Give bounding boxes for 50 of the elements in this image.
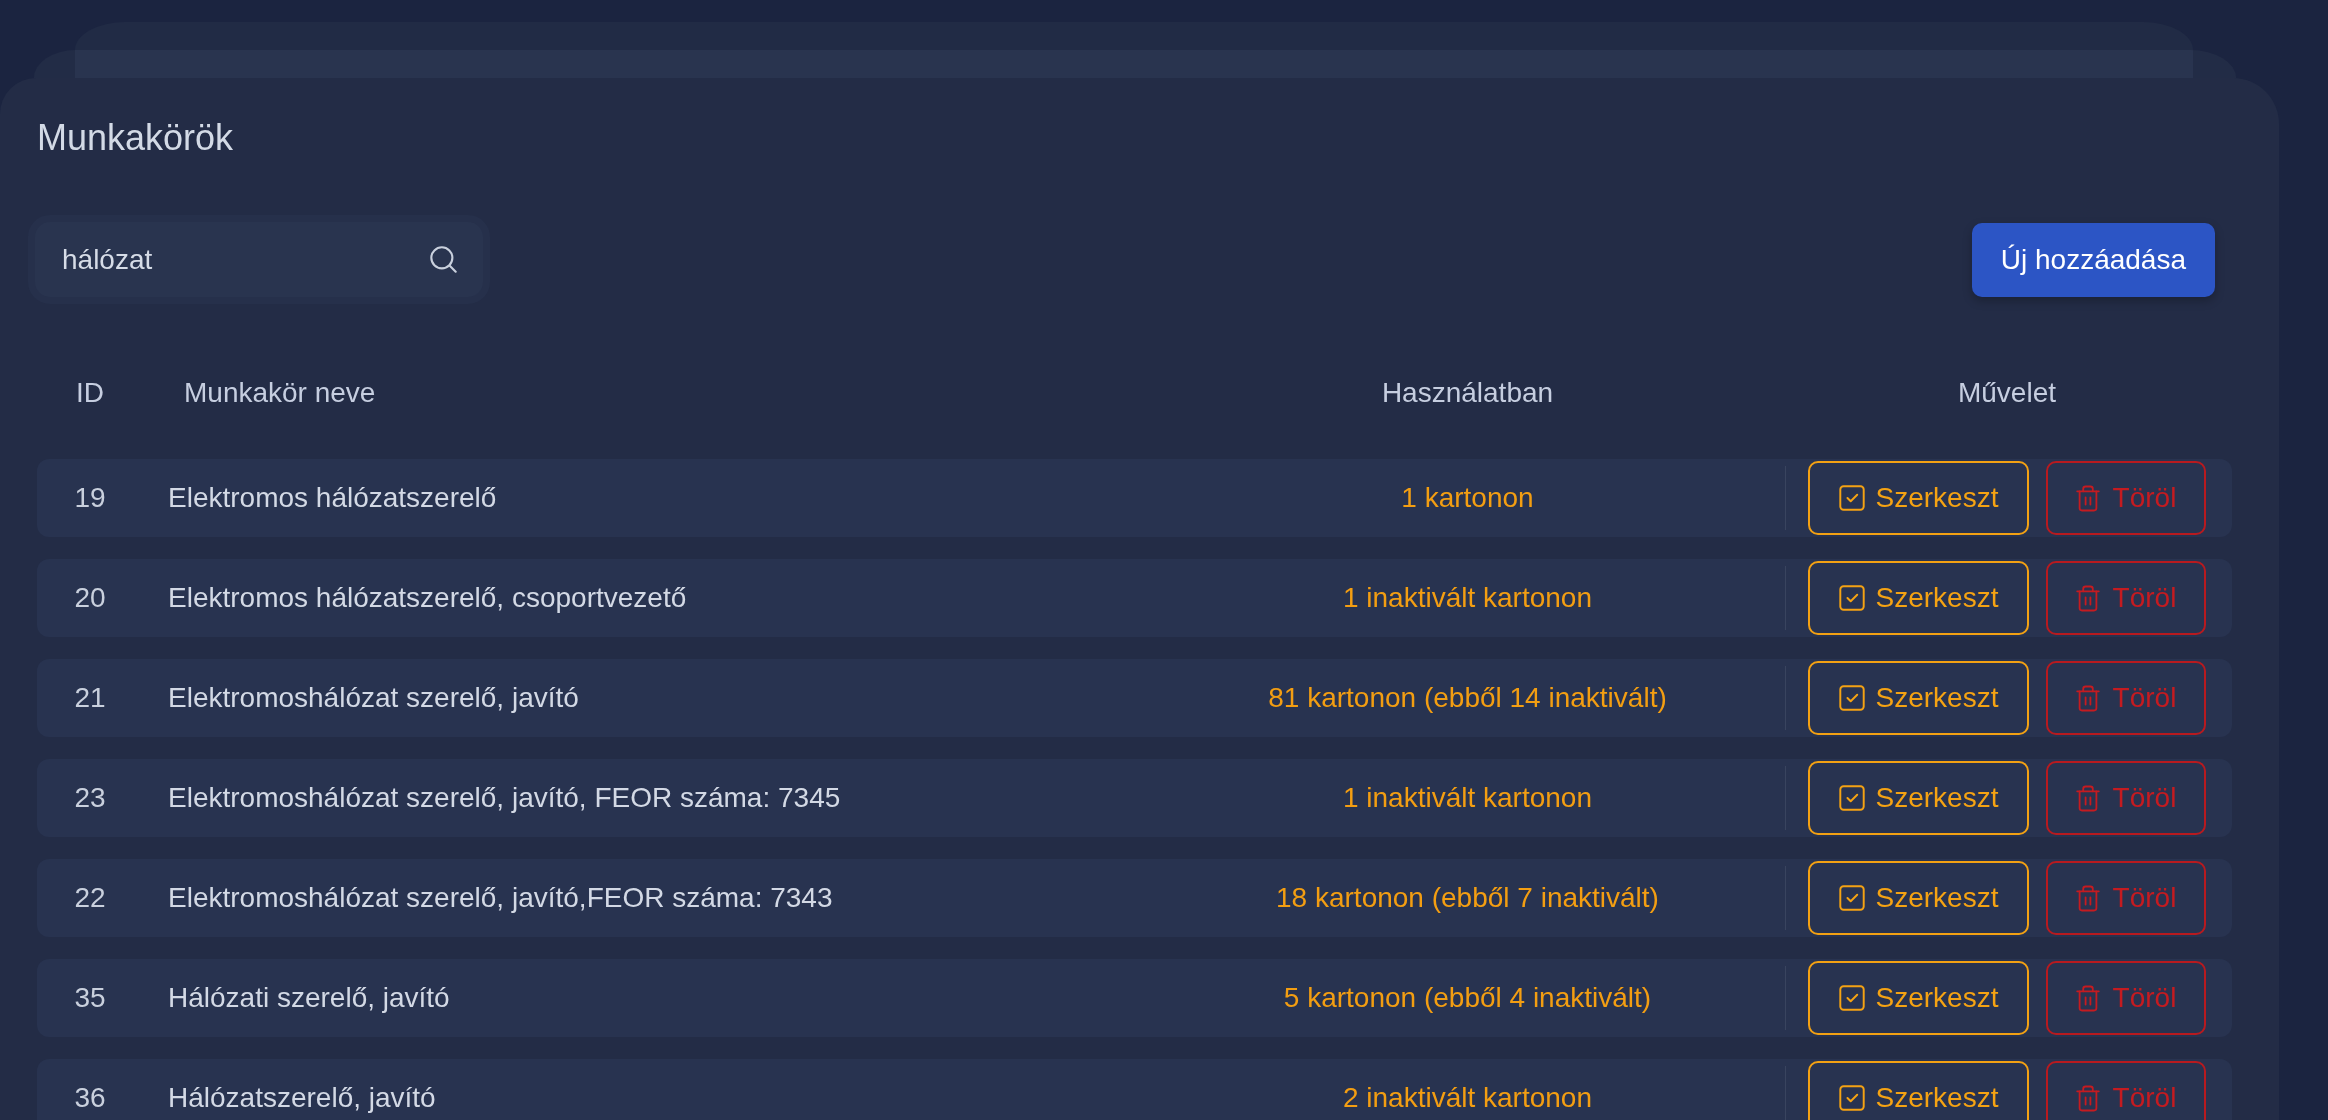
trash-icon — [2075, 984, 2100, 1012]
checkbox-tick-icon — [1838, 585, 1865, 611]
column-header: Munkakör neve — [184, 377, 376, 409]
job-title: Elektromoshálózat szerelő, javító, FEOR száma: 7345 — [168, 782, 841, 814]
usage-text: 2 inaktivált kartonon — [1342, 1082, 1592, 1114]
column-header: Használatban — [1381, 377, 1554, 409]
page-title: Munkakörök — [37, 116, 234, 160]
edit-button[interactable]: Szerkeszt — [1808, 561, 2029, 635]
id-text: 22 — [74, 882, 106, 914]
id-text: 21 — [74, 682, 106, 714]
usage-text: 1 inaktivált kartonon — [1342, 782, 1592, 814]
trash-icon — [2075, 684, 2100, 712]
job-title: Elektromos hálózatszerelő, csoportvezető — [168, 582, 687, 614]
id-text: 19 — [74, 482, 106, 514]
search-icon — [430, 246, 457, 273]
edit-button[interactable]: Szerkeszt — [1808, 961, 2029, 1035]
edit-button[interactable]: Szerkeszt — [1808, 461, 2029, 535]
checkbox-tick-icon — [1838, 1085, 1865, 1111]
id-text: 35 — [74, 982, 106, 1014]
job-title: Hálózati szerelő, javító — [168, 982, 450, 1014]
id-text: 36 — [74, 1082, 106, 1114]
trash-icon — [2075, 884, 2100, 912]
job-title: Elektromoshálózat szerelő, javító,FEOR száma: 7343 — [168, 882, 833, 914]
trash-icon — [2075, 584, 2100, 612]
checkbox-tick-icon — [1838, 785, 1865, 811]
job-title: Elektromoshálózat szerelő, javító — [168, 682, 579, 714]
column-header: Művelet — [1957, 377, 2056, 409]
add-button[interactable]: Új hozzáadása — [1971, 222, 2215, 297]
search-field[interactable]: hálózat — [28, 215, 490, 304]
checkbox-tick-icon — [1838, 985, 1865, 1011]
trash-icon — [2075, 1084, 2100, 1112]
checkbox-tick-icon — [1838, 485, 1865, 511]
edit-button[interactable]: Szerkeszt — [1808, 661, 2029, 735]
edit-button[interactable]: Szerkeszt — [1808, 761, 2029, 835]
edit-button[interactable]: Szerkeszt — [1808, 861, 2029, 935]
column-header: ID — [76, 377, 104, 409]
checkbox-tick-icon — [1838, 685, 1865, 711]
job-title: Elektromos hálózatszerelő — [168, 482, 497, 514]
usage-text: 81 kartonon (ebből 14 inaktivált) — [1268, 682, 1667, 714]
job-title: Hálózatszerelő, javító — [168, 1082, 436, 1114]
checkbox-tick-icon — [1838, 885, 1865, 911]
trash-icon — [2075, 484, 2100, 512]
usage-text: 1 kartonon — [1401, 482, 1534, 514]
usage-text: 1 inaktivált kartonon — [1342, 582, 1592, 614]
usage-text: 5 kartonon (ebből 4 inaktivált) — [1283, 982, 1652, 1014]
usage-text: 18 kartonon (ebből 7 inaktivált) — [1276, 882, 1659, 914]
id-text: 20 — [74, 582, 106, 614]
trash-icon — [2075, 784, 2100, 812]
edit-button[interactable]: Szerkeszt — [1808, 1061, 2029, 1120]
id-text: 23 — [74, 782, 106, 814]
